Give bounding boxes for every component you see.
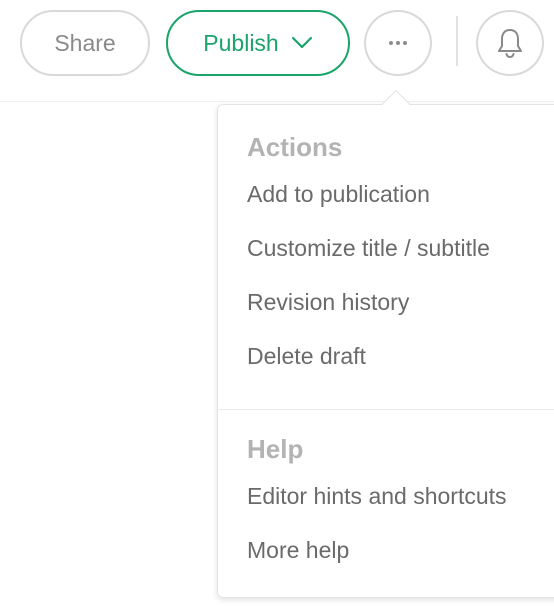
publish-button[interactable]: Publish bbox=[166, 10, 350, 76]
notifications-button[interactable] bbox=[476, 10, 544, 76]
menu-item-editor-hints[interactable]: Editor hints and shortcuts bbox=[218, 469, 554, 523]
share-button-label: Share bbox=[54, 29, 116, 56]
menu-divider bbox=[218, 409, 554, 410]
editor-toolbar: Share Publish bbox=[0, 0, 554, 102]
publish-button-label: Publish bbox=[203, 29, 279, 56]
more-options-button[interactable] bbox=[364, 10, 432, 76]
actions-section: Actions Add to publication Customize tit… bbox=[218, 127, 554, 383]
share-button[interactable]: Share bbox=[20, 10, 150, 76]
menu-item-add-to-publication[interactable]: Add to publication bbox=[218, 167, 554, 221]
chevron-down-icon bbox=[291, 36, 312, 49]
menu-item-delete-draft[interactable]: Delete draft bbox=[218, 329, 554, 383]
bell-icon bbox=[498, 29, 522, 59]
toolbar-divider bbox=[456, 16, 458, 66]
menu-item-customize-title[interactable]: Customize title / subtitle bbox=[218, 221, 554, 275]
help-section: Help Editor hints and shortcuts More hel… bbox=[218, 429, 554, 577]
menu-item-revision-history[interactable]: Revision history bbox=[218, 275, 554, 329]
ellipsis-icon bbox=[389, 41, 407, 45]
help-heading: Help bbox=[247, 434, 304, 464]
actions-heading: Actions bbox=[247, 132, 343, 162]
more-options-menu: Actions Add to publication Customize tit… bbox=[217, 104, 554, 598]
menu-item-more-help[interactable]: More help bbox=[218, 523, 554, 577]
